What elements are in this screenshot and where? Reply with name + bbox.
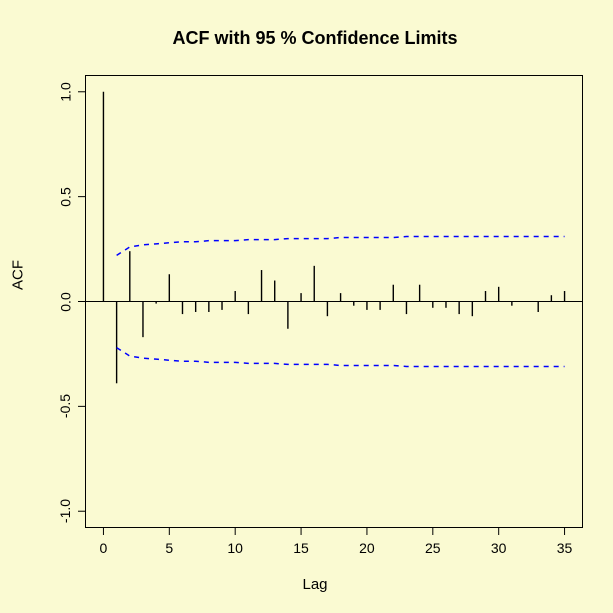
- y-tick-label: 1.0: [57, 82, 73, 101]
- x-tick-label: 15: [293, 540, 309, 556]
- x-tick-label: 5: [165, 540, 173, 556]
- x-tick-label: 20: [359, 540, 375, 556]
- plot-svg: [0, 0, 613, 613]
- x-tick-label: 30: [491, 540, 507, 556]
- y-tick-label: -1.0: [57, 499, 73, 523]
- x-tick-label: 0: [100, 540, 108, 556]
- chart-container: ACF with 95 % Confidence Limits ACF Lag …: [0, 0, 613, 613]
- x-tick-label: 35: [557, 540, 573, 556]
- y-tick-label: -0.5: [57, 394, 73, 418]
- y-tick-label: 0.5: [57, 187, 73, 206]
- x-tick-label: 25: [425, 540, 441, 556]
- x-tick-label: 10: [227, 540, 243, 556]
- y-tick-label: 0.0: [57, 292, 73, 311]
